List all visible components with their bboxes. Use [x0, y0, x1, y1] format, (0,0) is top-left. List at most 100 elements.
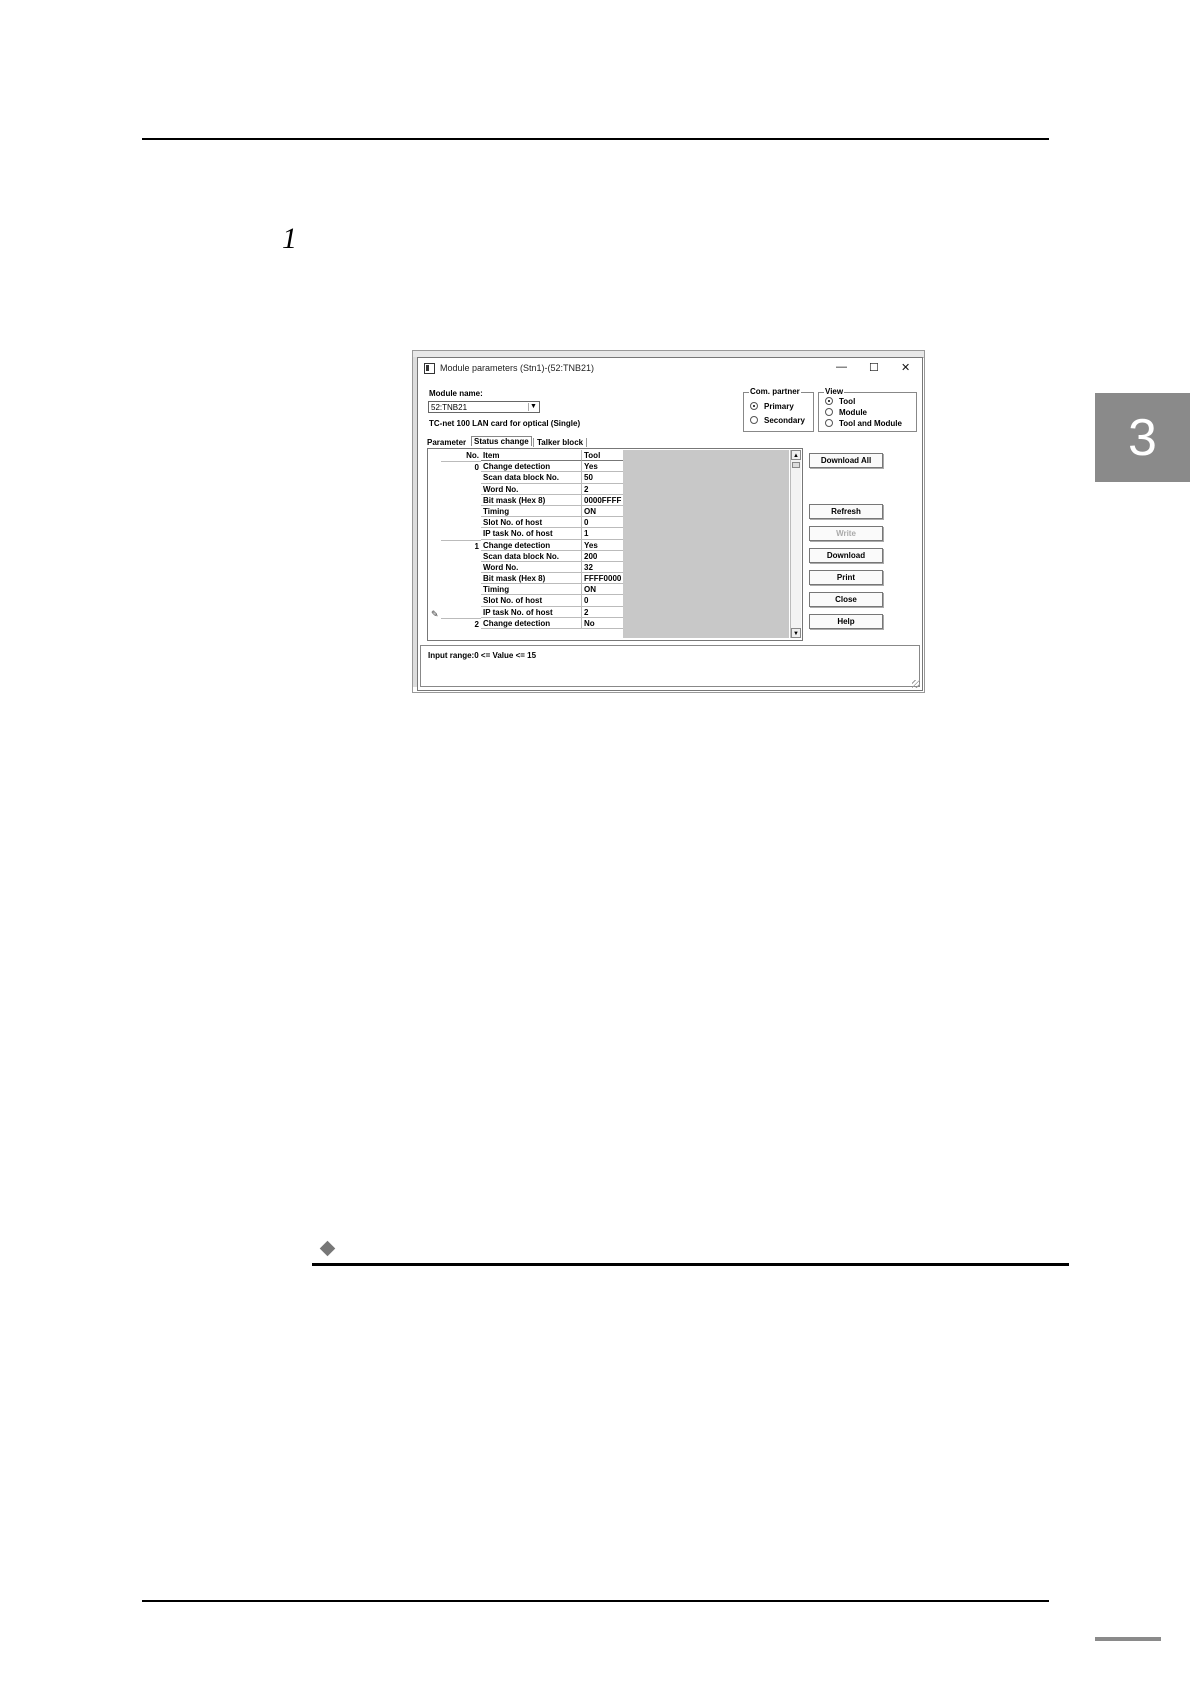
cell-no	[441, 528, 481, 539]
column-header-tool: Tool	[582, 450, 623, 462]
download-button[interactable]: Download	[809, 548, 883, 563]
table-row[interactable]: IP task No. of host 1	[429, 528, 623, 540]
scroll-thumb[interactable]	[792, 462, 800, 468]
cell-tool[interactable]: 32	[582, 562, 623, 574]
radio-tool[interactable]: Tool	[825, 397, 855, 406]
table-row[interactable]: Timing ON	[429, 505, 623, 518]
module-parameters-window: Module parameters (Stn1)-(52:TNB21) — ☐ …	[417, 357, 923, 691]
app-icon	[424, 363, 435, 374]
status-box: Input range:0 <= Value <= 15	[420, 645, 920, 687]
table-row[interactable]: 0 Change detection Yes	[429, 461, 623, 473]
cell-tool[interactable]: ON	[582, 506, 623, 518]
radio-primary[interactable]: Primary	[750, 402, 794, 411]
grid-empty-area	[623, 450, 789, 638]
module-name-select[interactable]: 52:TNB21 ▼	[428, 401, 540, 413]
table-row[interactable]: Scan data block No. 50	[429, 472, 623, 484]
com-partner-title: Com. partner	[749, 387, 801, 396]
grid-scrollbar[interactable]: ▲ ▼	[790, 450, 801, 638]
title-bar: Module parameters (Stn1)-(52:TNB21) — ☐ …	[418, 358, 922, 378]
cell-item: Bit mask (Hex 8)	[481, 573, 582, 585]
cell-tool[interactable]: Yes	[582, 461, 623, 473]
download-all-button[interactable]: Download All	[809, 453, 883, 468]
cell-tool[interactable]: 2	[582, 607, 623, 618]
com-partner-group: Com. partner Primary Secondary	[743, 387, 814, 432]
tab-status-change[interactable]: Status change	[471, 436, 532, 446]
cell-tool[interactable]: 0000FFFF	[582, 495, 623, 506]
cell-no	[441, 506, 481, 517]
table-row[interactable]: Scan data block No. 200	[429, 550, 623, 562]
radio-tool-and-module[interactable]: Tool and Module	[825, 419, 902, 428]
tab-parameter[interactable]: Parameter	[427, 438, 466, 447]
cell-tool[interactable]: ON	[582, 584, 623, 596]
cell-no	[441, 517, 481, 528]
cell-item: Change detection	[481, 461, 582, 473]
cell-item: Scan data block No.	[481, 472, 582, 484]
radio-selected-icon	[750, 402, 758, 410]
table-row[interactable]: Slot No. of host 0	[429, 595, 623, 607]
row-selector	[429, 584, 441, 595]
cell-no	[441, 495, 481, 506]
row-selector	[429, 551, 441, 562]
help-button[interactable]: Help	[809, 614, 883, 629]
tab-talker-block[interactable]: Talker block	[533, 438, 588, 447]
table-row[interactable]: Word No. 32	[429, 561, 623, 574]
table-row[interactable]: Slot No. of host 0	[429, 517, 623, 529]
write-button[interactable]: Write	[809, 526, 883, 541]
cell-tool[interactable]: 2	[582, 484, 623, 495]
cell-tool[interactable]: FFFF0000	[582, 573, 623, 585]
close-window-button[interactable]: ✕	[901, 361, 910, 374]
cell-no	[441, 551, 481, 562]
radio-unselected-icon	[825, 419, 833, 427]
radio-unselected-icon	[825, 408, 833, 416]
cell-tool[interactable]: No	[582, 618, 623, 629]
cell-tool[interactable]: 0	[582, 595, 623, 607]
table-row[interactable]: IP task No. of host 2	[429, 606, 623, 618]
chapter-tab: 3	[1095, 393, 1190, 482]
row-selector	[429, 573, 441, 584]
chevron-down-icon[interactable]: ▼	[528, 403, 538, 411]
cell-item: IP task No. of host	[481, 528, 582, 540]
radio-primary-label: Primary	[764, 402, 794, 411]
header-rule	[142, 138, 1049, 140]
table-row[interactable]: Bit mask (Hex 8) 0000FFFF	[429, 494, 623, 506]
card-description: TC-net 100 LAN card for optical (Single)	[429, 419, 581, 428]
row-selector	[429, 472, 441, 483]
module-parameters-screenshot: Module parameters (Stn1)-(52:TNB21) — ☐ …	[412, 350, 925, 693]
pencil-icon: ✎	[431, 609, 439, 619]
table-row[interactable]: Word No. 2	[429, 483, 623, 495]
column-header-item: Item	[481, 450, 582, 462]
row-selector	[429, 495, 441, 506]
close-button[interactable]: Close	[809, 592, 883, 607]
cell-tool[interactable]: 50	[582, 472, 623, 484]
table-row[interactable]: Timing ON	[429, 584, 623, 596]
status-text: Input range:0 <= Value <= 15	[428, 651, 537, 660]
scroll-down-icon[interactable]: ▼	[791, 628, 801, 638]
cell-tool[interactable]: 200	[582, 551, 623, 562]
radio-module[interactable]: Module	[825, 408, 867, 417]
maximize-button[interactable]: ☐	[869, 361, 879, 374]
cell-item: Scan data block No.	[481, 550, 582, 562]
grid-rows: No. Item Tool 0 Change detection Yes Scan d…	[429, 450, 623, 629]
refresh-button[interactable]: Refresh	[809, 504, 883, 519]
radio-unselected-icon	[750, 416, 758, 424]
module-name-label: Module name:	[429, 389, 483, 398]
table-row[interactable]: Bit mask (Hex 8) FFFF0000	[429, 573, 623, 585]
cell-item: IP task No. of host	[481, 606, 582, 618]
cell-tool[interactable]: Yes	[582, 540, 623, 551]
radio-secondary[interactable]: Secondary	[750, 416, 805, 425]
cell-item: Timing	[481, 505, 582, 518]
cell-tool[interactable]: 0	[582, 517, 623, 529]
resize-grip[interactable]	[912, 680, 920, 688]
table-row[interactable]: 2 Change detection No	[429, 617, 623, 629]
minimize-button[interactable]: —	[836, 361, 847, 373]
row-selector	[429, 562, 441, 573]
cell-item: Change detection	[481, 617, 582, 629]
column-header-no: No.	[466, 451, 479, 460]
cell-tool[interactable]: 1	[582, 528, 623, 540]
table-row[interactable]: 1 Change detection Yes	[429, 539, 623, 551]
radio-secondary-label: Secondary	[764, 416, 805, 425]
grid-header-row: No. Item Tool	[429, 450, 623, 462]
print-button[interactable]: Print	[809, 570, 883, 585]
scroll-up-icon[interactable]: ▲	[791, 450, 801, 460]
cell-no: 1	[441, 539, 481, 551]
